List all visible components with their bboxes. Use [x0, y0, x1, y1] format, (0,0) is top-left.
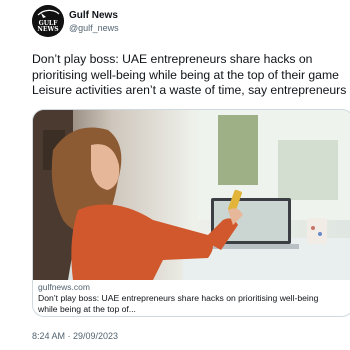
- card-domain: gulfnews.com: [38, 282, 90, 292]
- author-info: Gulf News @gulf_news: [69, 10, 119, 34]
- author-name[interactable]: Gulf News: [69, 10, 119, 22]
- card-meta[interactable]: gulfnews.com Don’t play boss: UAE entrep…: [38, 282, 350, 315]
- gulf-news-logo-icon: GULF NEWS: [32, 5, 64, 37]
- tweet-timestamp[interactable]: 8:24 AM · 29/09/2023: [32, 331, 118, 341]
- avatar-text-bottom: NEWS: [37, 26, 58, 33]
- card-image[interactable]: [33, 110, 350, 280]
- card-title-line: while being at the top of...: [38, 304, 136, 314]
- tweet-text-line: prioritising well-being while being at t…: [32, 67, 339, 82]
- tweet[interactable]: GULF NEWS Gulf News @gulf_news Don’t pla…: [0, 0, 350, 350]
- author-handle[interactable]: @gulf_news: [69, 22, 119, 34]
- link-card[interactable]: gulfnews.com Don’t play boss: UAE entrep…: [32, 109, 350, 317]
- tweet-text-line: Leisure activities aren’t a waste of tim…: [32, 83, 347, 97]
- avatar[interactable]: GULF NEWS: [32, 5, 64, 37]
- card-title-line: Don’t play boss: UAE entrepreneurs share…: [38, 293, 319, 303]
- tweet-text-line: Don’t play boss: UAE entrepreneurs share…: [32, 52, 313, 66]
- tweet-text: Don’t play boss: UAE entrepreneurs share…: [32, 52, 348, 99]
